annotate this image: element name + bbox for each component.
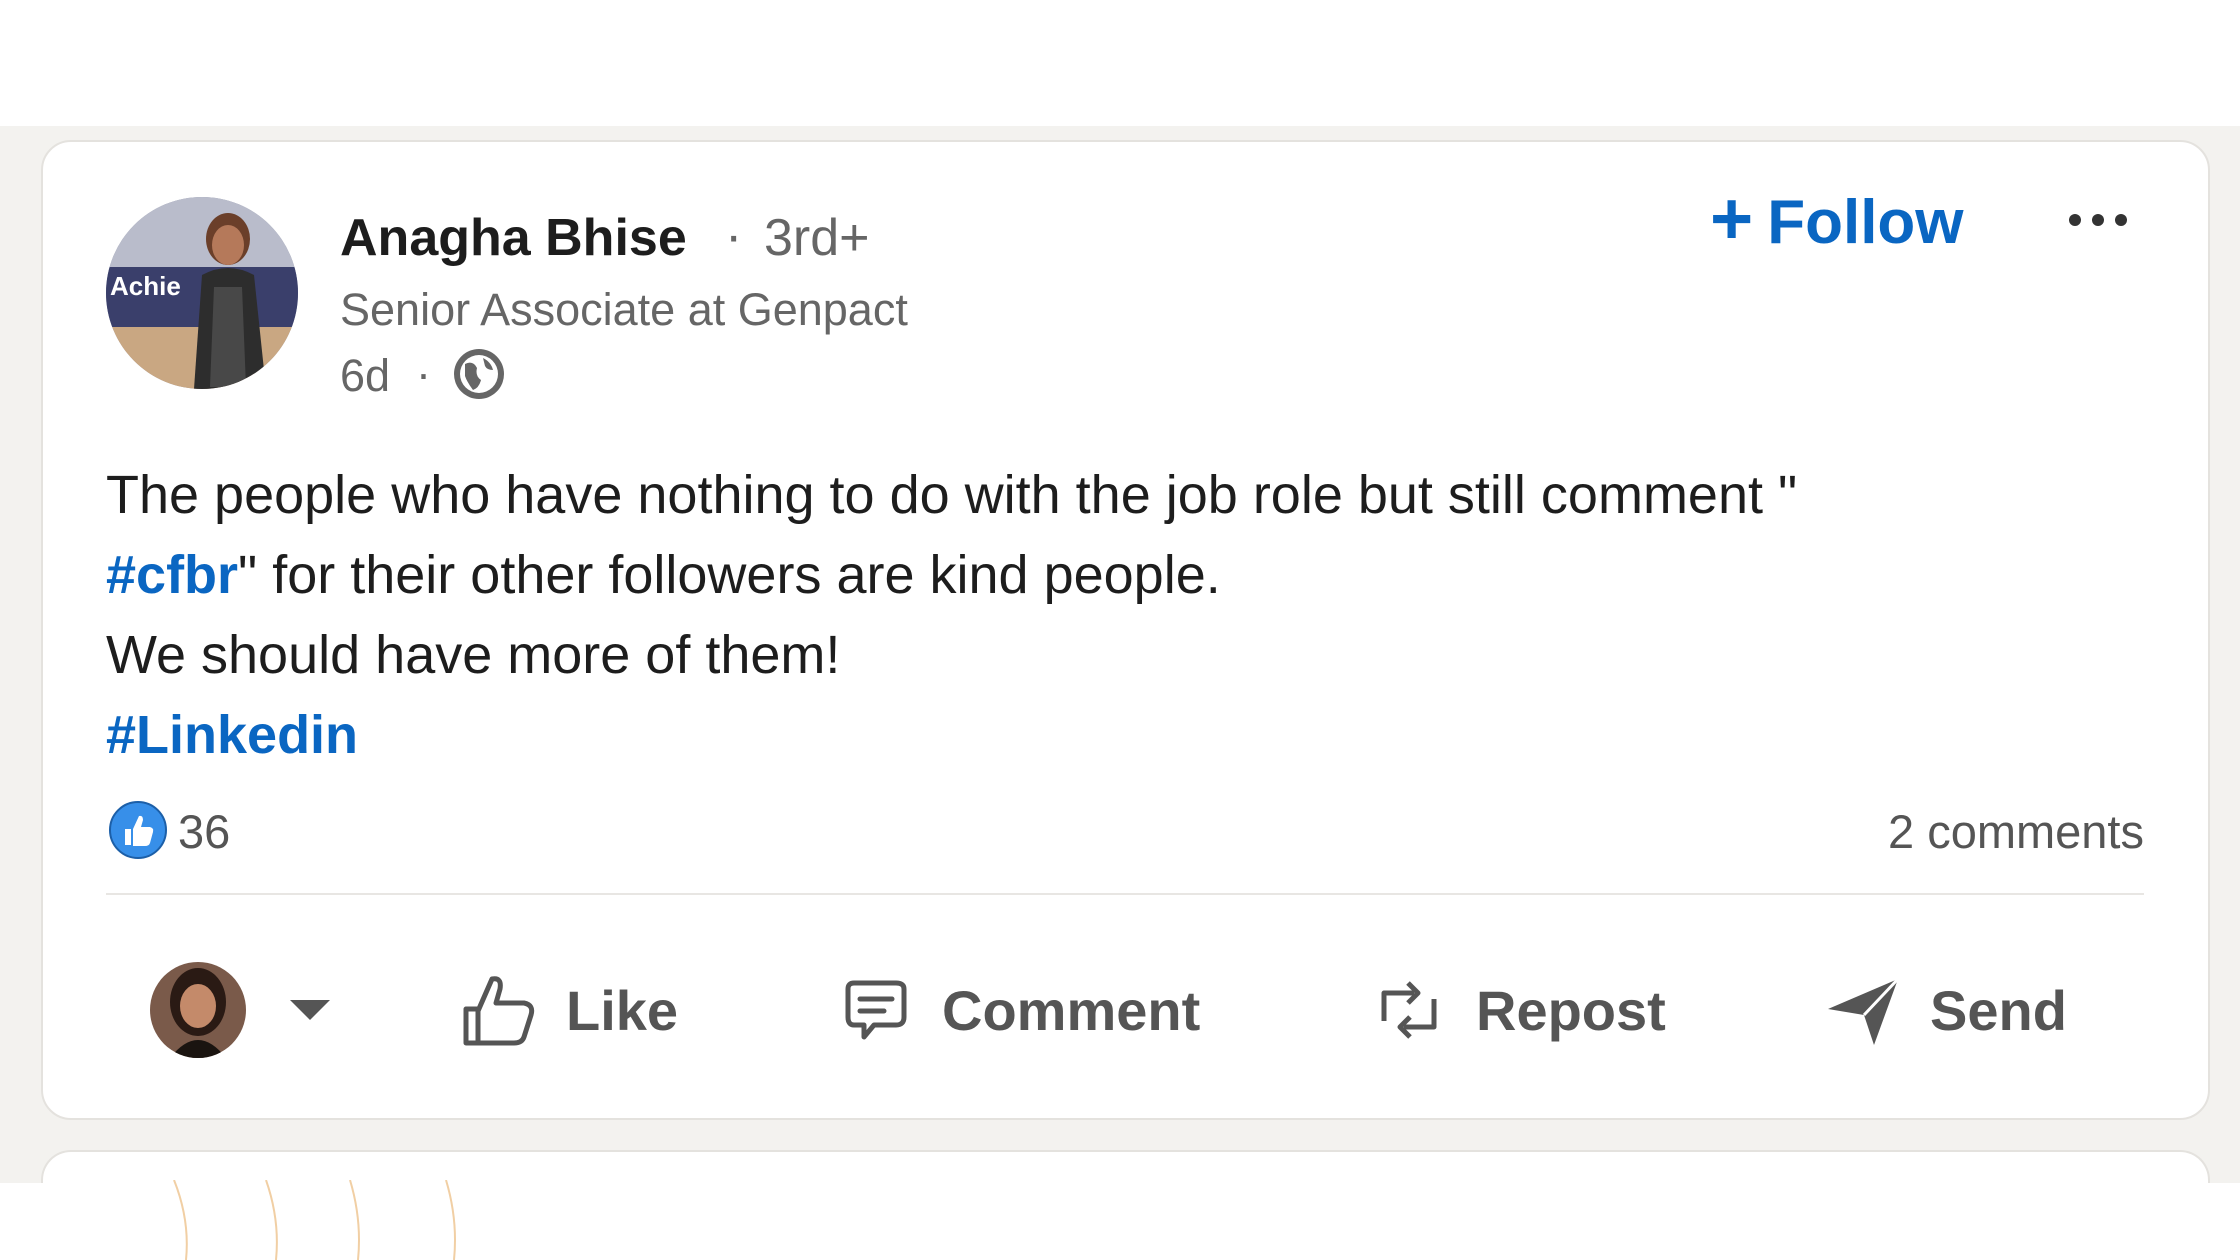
- plus-icon: +: [1710, 177, 1754, 260]
- post-line-text: " for their other followers are kind peo…: [238, 545, 1221, 605]
- like-button[interactable]: Like: [458, 960, 678, 1060]
- chevron-down-icon: [290, 1000, 330, 1020]
- globe-icon: [454, 349, 504, 399]
- avatar: [150, 962, 246, 1058]
- send-label: Send: [1930, 978, 2067, 1042]
- post-line: #cfbr" for their other followers are kin…: [106, 535, 2156, 615]
- ellipsis-icon[interactable]: [2065, 198, 2131, 234]
- follow-button[interactable]: + Follow: [1710, 177, 1964, 260]
- post-line: We should have more of them!: [106, 625, 841, 685]
- connection-degree: 3rd+: [764, 209, 870, 267]
- like-reaction-icon[interactable]: [108, 800, 168, 860]
- send-button[interactable]: Send: [1822, 960, 2067, 1060]
- separator-dot: ·: [725, 207, 743, 265]
- action-bar: Like Comment Repost Send: [106, 950, 2144, 1070]
- post-body: The people who have nothing to do with t…: [106, 455, 2156, 775]
- thumbs-up-icon: [463, 976, 535, 1046]
- author-headline: Senior Associate at Genpact: [340, 284, 908, 335]
- author-name[interactable]: Anagha Bhise: [340, 208, 687, 268]
- divider: [106, 893, 2144, 895]
- avatar-banner-text: Achie: [110, 271, 181, 301]
- comment-label: Comment: [942, 978, 1201, 1042]
- separator-dot: ·: [416, 348, 431, 399]
- send-icon: [1828, 977, 1900, 1045]
- reaction-as-selector[interactable]: [150, 958, 340, 1062]
- post-time: 6d: [340, 350, 391, 401]
- author-avatar[interactable]: Achie: [106, 197, 298, 389]
- hashtag-link[interactable]: #Linkedin: [106, 705, 358, 765]
- repost-button[interactable]: Repost: [1368, 960, 1666, 1060]
- comments-count[interactable]: 2 comments: [1888, 804, 2144, 859]
- post-line: #Linkedin: [106, 695, 2156, 775]
- follow-label: Follow: [1767, 187, 1964, 257]
- comment-button[interactable]: Comment: [834, 960, 1200, 1060]
- repost-icon: [1381, 981, 1437, 1039]
- reaction-count[interactable]: 36: [178, 804, 230, 859]
- like-label: Like: [566, 978, 679, 1042]
- comment-icon: [845, 980, 907, 1040]
- hashtag-link[interactable]: #cfbr: [106, 545, 238, 605]
- repost-label: Repost: [1476, 978, 1666, 1042]
- post-line: The people who have nothing to do with t…: [106, 465, 1798, 525]
- decorative-lines: [173, 1180, 456, 1260]
